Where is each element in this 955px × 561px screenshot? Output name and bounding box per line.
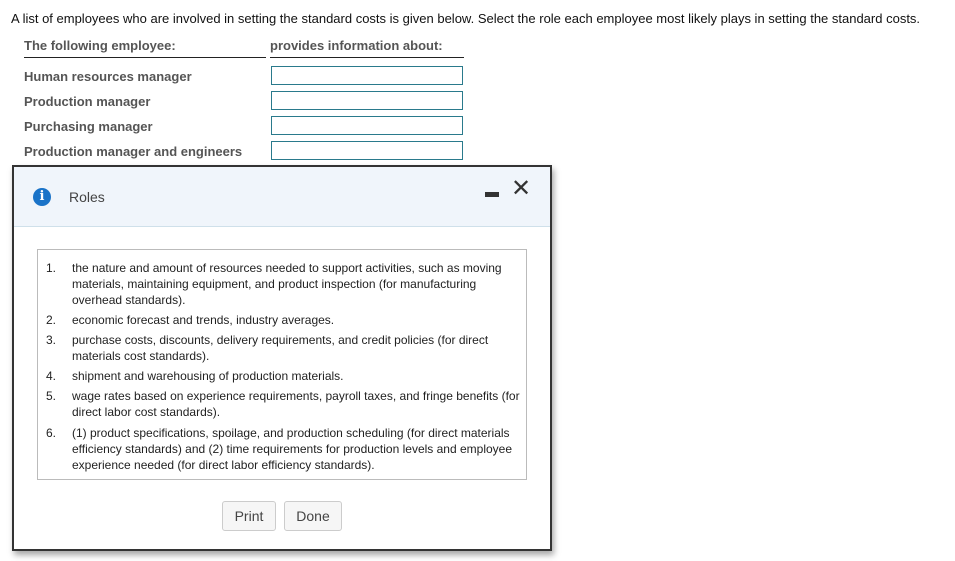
list-item-text: purchase costs, discounts, delivery requ… bbox=[72, 333, 489, 363]
table-row: Production manager and engineers bbox=[24, 141, 474, 161]
employee-label: Production manager bbox=[24, 94, 151, 109]
list-item-number: 2. bbox=[46, 313, 57, 327]
dialog-title: Roles bbox=[69, 189, 105, 205]
role-select-production-manager[interactable] bbox=[271, 91, 463, 110]
close-icon[interactable]: ✕ bbox=[511, 176, 531, 200]
list-item-number: 1. bbox=[46, 261, 57, 275]
info-icon: i bbox=[33, 188, 51, 206]
list-item-text: (1) product specifications, spoilage, an… bbox=[72, 426, 513, 472]
dialog-header[interactable]: i Roles ✕ bbox=[14, 167, 550, 227]
print-button[interactable]: Print bbox=[222, 501, 276, 531]
roles-list: 1. the nature and amount of resources ne… bbox=[37, 249, 527, 480]
employee-label: Production manager and engineers bbox=[24, 144, 243, 159]
done-button[interactable]: Done bbox=[284, 501, 342, 531]
role-select-human-resources-manager[interactable] bbox=[271, 66, 463, 85]
list-item-text: wage rates based on experience requireme… bbox=[72, 389, 520, 419]
list-item-number: 3. bbox=[46, 333, 57, 347]
list-item-text: the nature and amount of resources neede… bbox=[72, 261, 502, 307]
list-item-text: shipment and warehousing of production m… bbox=[72, 369, 344, 383]
list-item-text: economic forecast and trends, industry a… bbox=[72, 313, 335, 327]
roles-dialog: i Roles ✕ 1. the nature and amount of re… bbox=[12, 165, 552, 551]
employee-label: Purchasing manager bbox=[24, 119, 153, 134]
header-employee: The following employee: bbox=[24, 38, 266, 58]
list-item-number: 6. bbox=[46, 426, 57, 440]
table-row: Production manager bbox=[24, 91, 474, 111]
role-select-production-manager-and-engineers[interactable] bbox=[271, 141, 463, 160]
header-provides-info: provides information about: bbox=[270, 38, 464, 58]
table-row: Human resources manager bbox=[24, 66, 474, 86]
instructions-text: A list of employees who are involved in … bbox=[11, 11, 921, 26]
list-item-number: 4. bbox=[46, 369, 57, 383]
employee-label: Human resources manager bbox=[24, 69, 192, 84]
minimize-icon[interactable] bbox=[485, 192, 499, 197]
page: A list of employees who are involved in … bbox=[0, 0, 955, 561]
list-item-number: 5. bbox=[46, 389, 57, 403]
table-row: Purchasing manager bbox=[24, 116, 474, 136]
role-select-purchasing-manager[interactable] bbox=[271, 116, 463, 135]
